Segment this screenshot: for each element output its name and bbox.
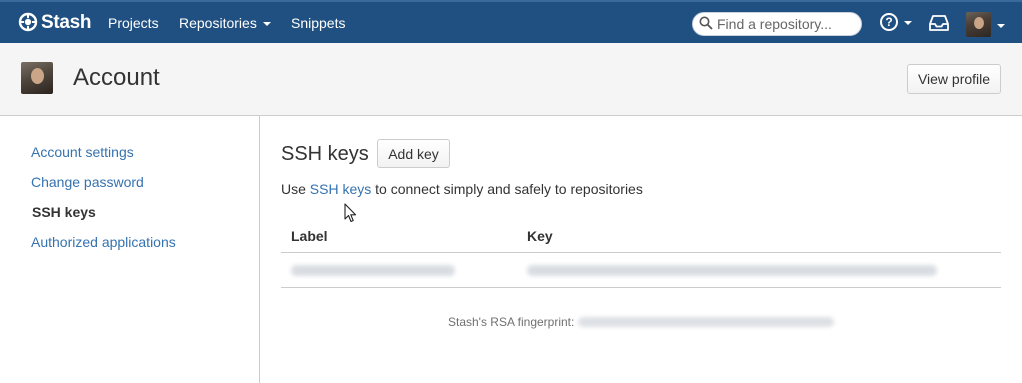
column-header-key: Key — [527, 228, 553, 244]
page-title: Account — [73, 64, 160, 91]
ssh-keys-help-link[interactable]: SSH keys — [310, 181, 371, 197]
redacted-key-value — [527, 265, 937, 276]
profile-avatar — [21, 62, 53, 94]
logo-text: Stash — [41, 12, 92, 33]
table-divider — [281, 252, 1001, 253]
help-icon: ? — [880, 13, 898, 31]
mouse-cursor-icon — [344, 203, 358, 223]
repository-search[interactable] — [692, 12, 862, 36]
description-prefix: Use — [281, 181, 310, 197]
sidebar-item-ssh-keys[interactable]: SSH keys — [32, 203, 96, 221]
chevron-down-icon — [997, 23, 1005, 28]
inbox-button[interactable] — [929, 15, 949, 34]
section-title: SSH keys — [281, 143, 369, 165]
nav-snippets[interactable]: Snippets — [291, 14, 345, 32]
account-sidebar: Account settings Change password SSH key… — [0, 116, 260, 383]
view-profile-button[interactable]: View profile — [907, 64, 1001, 94]
search-icon — [699, 16, 713, 33]
help-menu[interactable]: ? — [880, 13, 912, 31]
nav-snippets-label: Snippets — [291, 15, 346, 31]
rsa-fingerprint: Stash's RSA fingerprint: — [448, 315, 835, 329]
redacted-fingerprint — [578, 317, 835, 327]
top-nav-bar: Stash Projects Repositories Snippets ? — [0, 0, 1022, 43]
sidebar-item-authorized-applications[interactable]: Authorized applications — [31, 233, 176, 251]
table-divider — [281, 287, 1001, 288]
sidebar-item-account-settings[interactable]: Account settings — [31, 143, 134, 161]
nav-repositories-label: Repositories — [179, 15, 257, 31]
sidebar-item-change-password[interactable]: Change password — [31, 173, 144, 191]
add-key-button[interactable]: Add key — [377, 139, 450, 168]
page-header: Account View profile — [0, 43, 1022, 116]
chevron-down-icon — [262, 22, 271, 26]
stash-logo[interactable]: Stash — [18, 11, 92, 35]
ssh-description: Use SSH keys to connect simply and safel… — [281, 180, 643, 198]
search-input[interactable] — [717, 16, 857, 32]
nav-repositories-dropdown[interactable]: Repositories — [179, 14, 271, 32]
fingerprint-label: Stash's RSA fingerprint: — [448, 315, 575, 329]
inbox-icon — [929, 15, 949, 34]
stash-logo-icon — [18, 12, 38, 35]
description-suffix: to connect simply and safely to reposito… — [371, 181, 643, 197]
nav-projects-label: Projects — [108, 15, 159, 31]
user-menu[interactable] — [966, 12, 1005, 37]
avatar — [966, 12, 991, 37]
redacted-key-label — [291, 265, 455, 276]
nav-projects[interactable]: Projects — [108, 14, 159, 32]
column-header-label: Label — [291, 228, 328, 244]
chevron-down-icon — [904, 21, 912, 25]
